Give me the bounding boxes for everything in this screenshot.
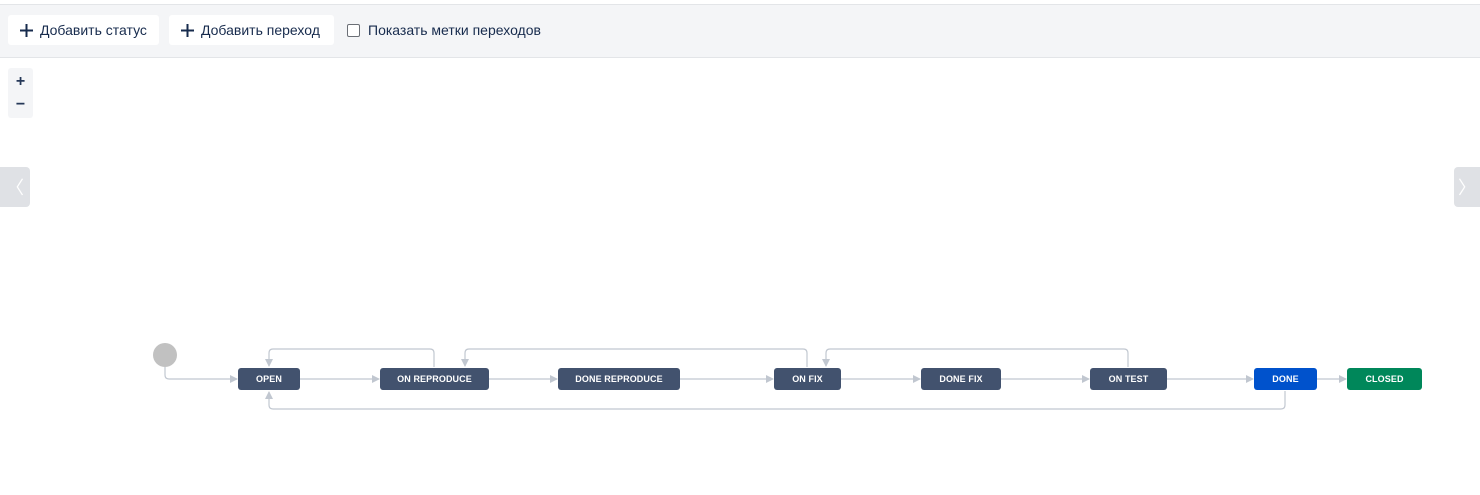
start-circle-icon [153, 343, 177, 367]
transition-on-reproduce-open [265, 348, 435, 367]
status-done-reproduce[interactable]: DONE REPRODUCE [558, 368, 680, 390]
workflow-diagram [153, 343, 1347, 410]
transition-on-fix-on-reproduce [461, 348, 808, 367]
transition-done-open [265, 391, 1286, 410]
status-closed[interactable]: CLOSED [1347, 368, 1422, 390]
status-on-test[interactable]: ON TEST [1090, 368, 1167, 390]
transition-start-open [164, 367, 238, 383]
transition-on-test-on-fix [822, 348, 1129, 367]
status-on-reproduce[interactable]: ON REPRODUCE [380, 368, 489, 390]
status-open[interactable]: OPEN [238, 368, 300, 390]
status-done-fix[interactable]: DONE FIX [921, 368, 1001, 390]
status-done[interactable]: DONE [1254, 368, 1317, 390]
status-on-fix[interactable]: ON FIX [774, 368, 841, 390]
